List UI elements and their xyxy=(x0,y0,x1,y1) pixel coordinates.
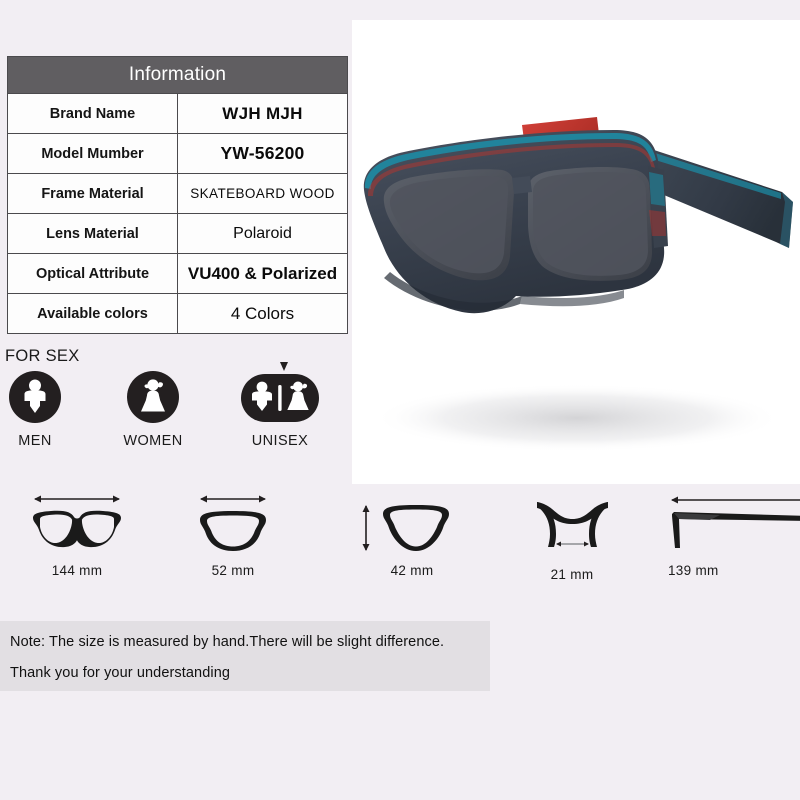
spec-key-available-colors: Available colors xyxy=(7,293,178,334)
for-sex-caption-men: MEN xyxy=(18,433,52,449)
spec-value-optical-attribute: VU400 & Polarized xyxy=(177,253,348,294)
temple-arm-icon xyxy=(660,490,800,562)
selected-marker-triangle xyxy=(280,362,288,371)
for-sex-option-unisex[interactable]: UNISEX xyxy=(225,362,335,449)
measurement-value-144mm: 144 mm xyxy=(51,563,103,578)
female-figure-icon xyxy=(127,371,179,423)
unisex-figure-icon xyxy=(241,362,319,422)
spec-key-model-number: Model Mumber xyxy=(7,133,178,174)
table-row: Optical Attribute VU400 & Polarized xyxy=(7,253,348,294)
measurement-bridge-width: 21 mm xyxy=(512,490,632,582)
for-sex-caption-women: WOMEN xyxy=(123,433,183,449)
table-header-row: Information xyxy=(7,56,348,94)
bridge-icon xyxy=(512,490,632,562)
measurement-value-21mm: 21 mm xyxy=(550,567,594,582)
spec-key-brand-name: Brand Name xyxy=(7,93,178,134)
table-row: Model Mumber YW-56200 xyxy=(7,133,348,174)
spec-key-optical-attribute: Optical Attribute xyxy=(7,253,178,294)
measurement-value-42mm: 42 mm xyxy=(390,563,434,578)
table-row: Frame Material SKATEBOARD WOOD xyxy=(7,173,348,214)
table-row: Lens Material Polaroid xyxy=(7,213,348,254)
table-header-title: Information xyxy=(7,56,348,94)
spec-value-model-number: YW-56200 xyxy=(177,133,348,174)
for-sex-options: MEN WOMEN UNISEX xyxy=(0,362,345,465)
sunglasses-product-image xyxy=(352,20,800,484)
for-sex-caption-unisex: UNISEX xyxy=(251,433,309,449)
size-note-box: Note: The size is measured by hand.There… xyxy=(0,621,490,691)
spec-value-lens-material: Polaroid xyxy=(177,213,348,254)
measurement-lens-width: 52 mm xyxy=(168,490,298,578)
measurement-value-139mm: 139 mm xyxy=(668,563,719,578)
measurement-temple-length: 139 mm xyxy=(660,490,800,578)
for-sex-option-women[interactable]: WOMEN xyxy=(98,370,208,449)
spec-value-available-colors: 4 Colors xyxy=(177,293,348,334)
for-sex-label: FOR SEX xyxy=(5,347,80,365)
note-line-2: Thank you for your understanding xyxy=(10,665,231,681)
male-figure-badge xyxy=(0,370,90,424)
single-lens-height-icon xyxy=(340,490,470,562)
measurement-frame-total-width: 144 mm xyxy=(2,490,152,578)
unisex-figure-badge xyxy=(225,362,335,424)
product-photo-panel xyxy=(352,20,800,484)
measurement-lens-height: 42 mm xyxy=(340,490,470,578)
female-figure-badge xyxy=(98,370,208,424)
spec-value-brand-name: WJH MJH xyxy=(177,93,348,134)
spec-key-lens-material: Lens Material xyxy=(7,213,178,254)
male-figure-icon xyxy=(9,371,61,423)
measurement-value-52mm: 52 mm xyxy=(211,563,255,578)
measurements-row: 144 mm 52 mm 42 mm 21 mm 139 mm xyxy=(0,490,800,590)
for-sex-option-men[interactable]: MEN xyxy=(0,370,90,449)
note-line-1: Note: The size is measured by hand.There… xyxy=(10,634,445,650)
spec-key-frame-material: Frame Material xyxy=(7,173,178,214)
spec-value-frame-material: SKATEBOARD WOOD xyxy=(177,173,348,214)
product-information-table: Information Brand Name WJH MJH Model Mum… xyxy=(7,56,348,334)
table-row: Brand Name WJH MJH xyxy=(7,93,348,134)
single-lens-width-icon xyxy=(168,490,298,562)
full-frame-front-icon xyxy=(2,490,152,562)
table-row: Available colors 4 Colors xyxy=(7,293,348,334)
